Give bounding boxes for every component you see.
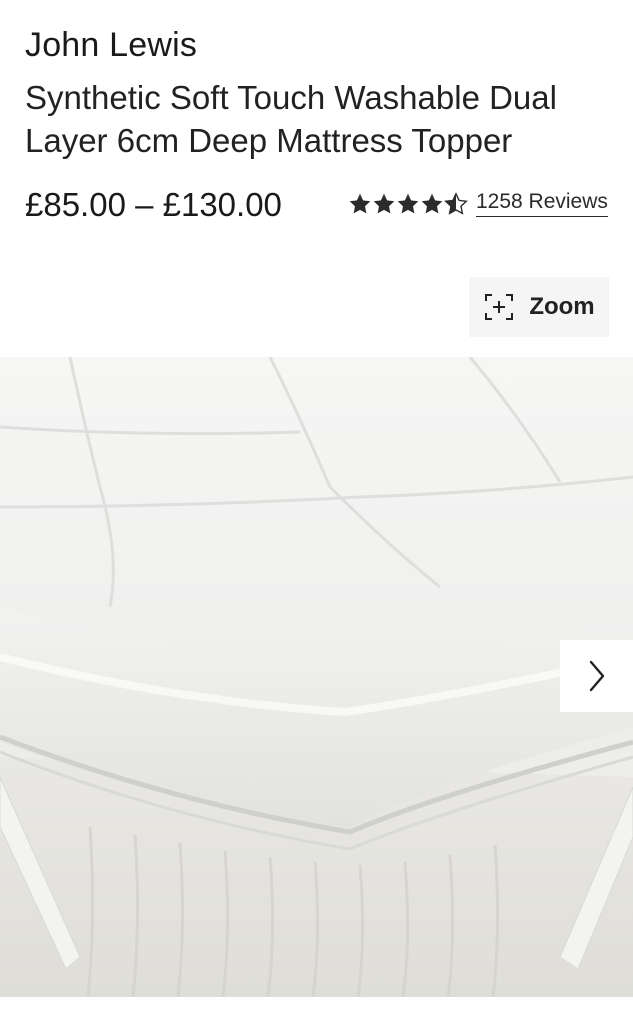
zoom-label: Zoom bbox=[529, 293, 595, 320]
product-title: Synthetic Soft Touch Washable Dual Layer… bbox=[25, 79, 557, 159]
rating-summary[interactable]: 1258 Reviews bbox=[348, 190, 608, 217]
reviews-link[interactable]: 1258 Reviews bbox=[476, 190, 608, 217]
chevron-right-icon bbox=[589, 660, 604, 692]
zoom-expand-icon bbox=[485, 294, 514, 320]
star-full-icon bbox=[421, 193, 443, 213]
product-image[interactable] bbox=[0, 357, 633, 997]
star-full-icon bbox=[349, 193, 371, 213]
next-image-button[interactable] bbox=[560, 640, 633, 712]
star-full-icon bbox=[397, 193, 419, 213]
price-range: £85.00 – £130.00 bbox=[25, 186, 282, 223]
brand-name[interactable]: John Lewis bbox=[25, 26, 197, 65]
star-half-icon bbox=[444, 191, 468, 215]
star-rating bbox=[348, 191, 468, 216]
zoom-button[interactable]: Zoom bbox=[469, 277, 609, 337]
star-full-icon bbox=[373, 193, 395, 213]
product-page: John Lewis Synthetic Soft Touch Washable… bbox=[0, 0, 633, 1024]
mattress-topper-photo bbox=[0, 357, 633, 997]
